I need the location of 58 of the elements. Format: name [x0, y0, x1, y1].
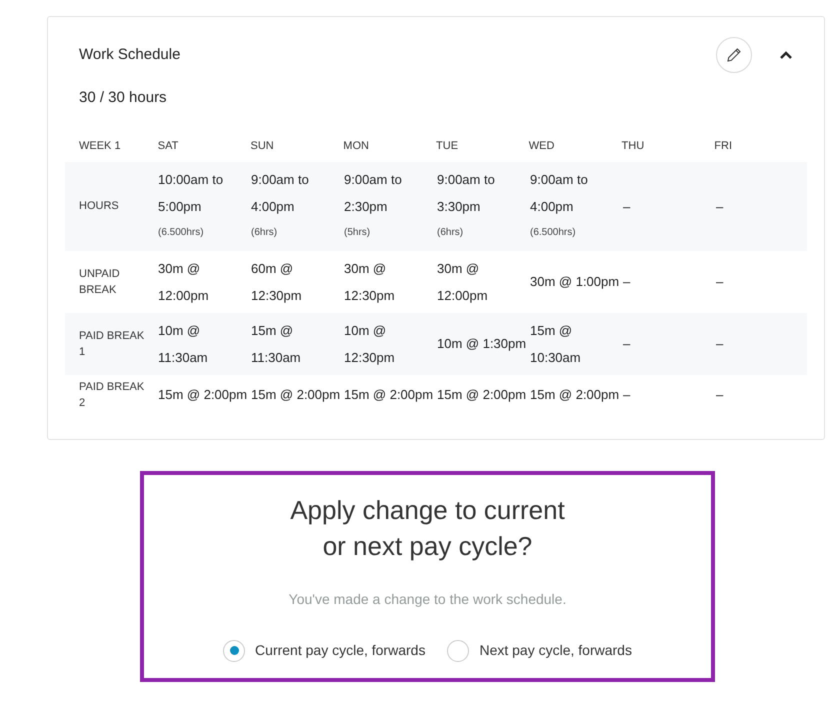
- table-cell-text: 15m @ 2:00pm: [158, 386, 248, 404]
- edit-button[interactable]: [716, 37, 752, 73]
- row-label: UNPAID BREAK: [79, 266, 121, 298]
- table-cell-text: –: [716, 386, 724, 404]
- table-cell-text: 10:00am to 5:00pm: [158, 171, 224, 216]
- radio-option[interactable]: Current pay cycle, forwards: [223, 640, 426, 662]
- table-cell-text: 10m @ 11:30am: [158, 322, 209, 366]
- table-cell-text: 15m @ 11:30am: [251, 322, 302, 366]
- hours-total: 30 / 30 hours: [78, 88, 168, 108]
- column-header: MON: [343, 139, 370, 154]
- dialog-title: Apply change to current or next pay cycle?: [289, 494, 566, 562]
- column-header: WEEK 1: [78, 139, 122, 154]
- pencil-icon: [726, 47, 742, 63]
- radio-button[interactable]: [447, 640, 470, 662]
- table-cell-text: 60m @ 12:30pm: [251, 260, 303, 305]
- hours-note: (6.500hrs): [530, 226, 577, 240]
- radio-label: Current pay cycle, forwards: [255, 641, 426, 660]
- table-cell-text: 30m @ 12:00pm: [437, 260, 489, 305]
- table-cell-text: –: [716, 335, 724, 353]
- table-cell-text: –: [716, 198, 724, 216]
- hours-note: (5hrs): [344, 226, 372, 240]
- chevron-icon: [779, 50, 793, 60]
- table-cell-text: –: [623, 198, 632, 216]
- table-cell-text: 15m @ 10:30am: [530, 322, 582, 366]
- hours-note: (6hrs): [251, 226, 278, 240]
- table-cell-text: 9:00am to 4:00pm: [530, 171, 589, 216]
- table-cell-text: 15m @ 2:00pm: [251, 386, 342, 404]
- table-cell-text: –: [716, 273, 724, 291]
- column-header: SUN: [250, 139, 275, 154]
- table-cell-text: 9:00am to 3:30pm: [437, 171, 496, 216]
- table-cell-text: 9:00am to 2:30pm: [344, 171, 403, 216]
- table-cell-text: –: [623, 273, 632, 291]
- table-cell-text: 10m @ 1:30pm: [437, 335, 528, 353]
- table-cell-text: –: [623, 335, 632, 353]
- table-cell-text: 10m @ 12:30pm: [344, 322, 396, 367]
- radio-option[interactable]: Next pay cycle, forwards: [447, 640, 632, 662]
- column-header: FRI: [714, 139, 734, 154]
- row-label: PAID BREAK 1: [79, 328, 146, 360]
- table-cell-text: 30m @ 12:00pm: [158, 260, 210, 305]
- column-header: TUE: [436, 139, 460, 154]
- table-cell-text: 30m @ 1:00pm: [530, 273, 620, 291]
- dialog-message: You've made a change to the work schedule.: [288, 590, 566, 609]
- table-cell-text: 15m @ 2:00pm: [530, 386, 620, 404]
- column-header: WED: [528, 139, 556, 154]
- table-cell-text: –: [623, 386, 632, 404]
- table-cell-text: 9:00am to 4:00pm: [251, 171, 310, 216]
- row-label: HOURS: [79, 199, 120, 214]
- column-header: SAT: [158, 139, 180, 154]
- radio-button[interactable]: [223, 640, 246, 662]
- table-cell-text: 15m @ 2:00pm: [437, 386, 528, 404]
- table-cell-text: 15m @ 2:00pm: [344, 386, 434, 404]
- column-header: THU: [622, 139, 646, 154]
- hours-note: (6.500hrs): [158, 226, 205, 240]
- table-cell-text: 30m @ 12:30pm: [344, 260, 396, 305]
- card-title: Work Schedule: [79, 44, 182, 65]
- radio-label: Next pay cycle, forwards: [479, 641, 632, 660]
- hours-note: (6hrs): [437, 226, 464, 240]
- row-label: PAID BREAK 2: [79, 380, 146, 410]
